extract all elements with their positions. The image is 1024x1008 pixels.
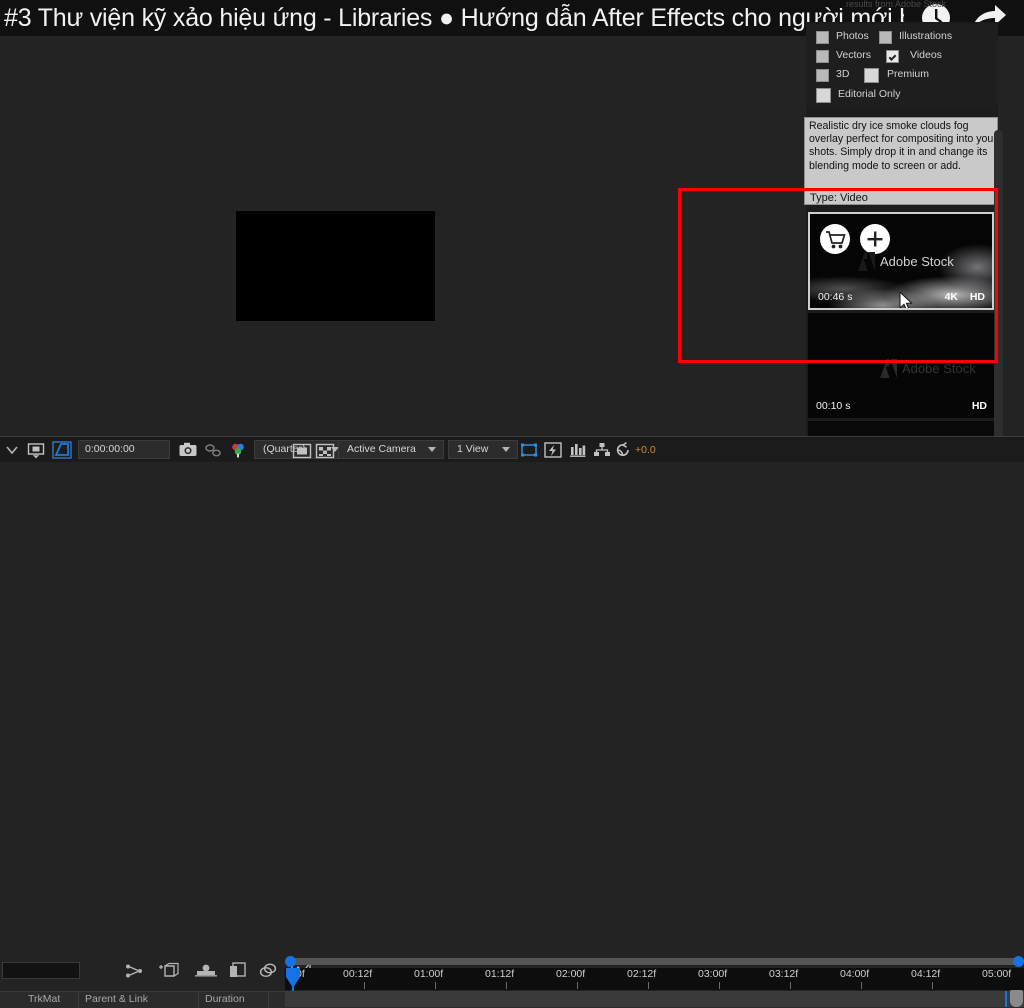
stock-results-header: results from Adobe Stock — [846, 0, 947, 9]
page-title: #3 Thư viện kỹ xảo hiệu ứng - Libraries … — [4, 4, 904, 32]
ruler-label-4: 02:00f — [556, 968, 586, 980]
column-header-duration[interactable]: Duration — [205, 993, 245, 1005]
timeline-graph-icon[interactable] — [568, 441, 588, 459]
three-d-checkbox[interactable] — [816, 69, 829, 82]
timeline-horizontal-scrollbar[interactable] — [285, 956, 1024, 967]
vectors-checkbox[interactable] — [816, 50, 829, 63]
thumbnail-duration-2: 00:10 s — [816, 400, 851, 412]
ruler-label-9: 04:12f — [911, 968, 941, 980]
red-highlight-rectangle — [678, 188, 998, 363]
watermark-text-2: Adobe Stock — [902, 361, 976, 376]
stock-filter-checkboxes[interactable]: Photos Illustrations Vectors Videos 3D P… — [806, 24, 998, 106]
comp-flowchart-icon[interactable] — [592, 441, 612, 459]
timeline-search-input[interactable] — [2, 962, 80, 979]
region-of-interest-icon[interactable] — [26, 441, 46, 459]
videos-label: Videos — [910, 49, 942, 61]
photos-checkbox[interactable] — [816, 31, 829, 44]
scrollbar-left-knob[interactable] — [285, 956, 296, 967]
ruler-label-2: 01:00f — [414, 968, 444, 980]
frame-blending-icon[interactable] — [158, 962, 180, 980]
color-channels-icon[interactable] — [228, 441, 248, 459]
shy-layers-icon[interactable] — [124, 962, 146, 980]
three-d-label: 3D — [836, 68, 850, 80]
exposure-value[interactable]: +0.0 — [635, 444, 656, 456]
camera-icon[interactable] — [178, 441, 198, 459]
timeline-ruler[interactable]: 0f 00:12f 01:00f 01:12f 02:00f 02:12f 03… — [285, 968, 1024, 990]
alpha-checker-icon[interactable] — [315, 442, 335, 460]
photos-label: Photos — [836, 30, 869, 42]
editorial-only-checkbox[interactable] — [816, 88, 831, 103]
editorial-only-label: Editorial Only — [838, 88, 901, 100]
thumbnail-hd-badge-2: HD — [971, 400, 987, 412]
view-layout-chevron-icon[interactable] — [502, 447, 510, 452]
show-snapshot-icon[interactable] — [203, 441, 223, 459]
motion-blur-icon[interactable] — [195, 962, 217, 980]
illustrations-label: Illustrations — [899, 30, 953, 42]
ruler-label-8: 04:00f — [840, 968, 870, 980]
graph-editor-icon[interactable] — [258, 961, 278, 980]
viewer-toolbar[interactable]: 0:00:00:00 (Quarter) Active Camera 1 Vie… — [0, 436, 1024, 463]
ruler-label-3: 01:12f — [485, 968, 515, 980]
timecode-field[interactable]: 0:00:00:00 — [78, 440, 170, 459]
timeline-panel[interactable]: 0f 00:12f 01:00f 01:12f 02:00f 02:12f 03… — [0, 462, 1024, 1008]
region-icon[interactable] — [292, 442, 312, 460]
composition-preview[interactable] — [236, 211, 435, 321]
transparency-grid-icon[interactable] — [52, 441, 72, 459]
timeline-end-marker — [1005, 991, 1007, 1007]
videos-checkbox[interactable] — [886, 50, 899, 63]
reset-exposure-icon[interactable] — [614, 441, 632, 459]
ruler-label-6: 03:00f — [698, 968, 728, 980]
scrollbar-right-knob[interactable] — [1013, 956, 1024, 967]
premium-checkbox[interactable] — [864, 68, 879, 83]
camera-view-chevron-icon[interactable] — [428, 447, 436, 452]
timeline-resize-grabber[interactable] — [1010, 990, 1023, 1007]
timeline-track-area[interactable] — [285, 991, 1024, 1007]
vectors-label: Vectors — [836, 49, 872, 61]
tooltip-description: Realistic dry ice smoke clouds fog overl… — [809, 120, 997, 172]
column-header-parent-link[interactable]: Parent & Link — [85, 993, 148, 1005]
adjustment-layer-icon[interactable] — [228, 961, 248, 980]
ruler-label-10: 05:00f — [982, 968, 1012, 980]
illustrations-checkbox[interactable] — [879, 31, 892, 44]
scrollbar-track[interactable] — [285, 958, 1024, 965]
premium-label: Premium — [887, 68, 930, 80]
column-header-trkmat[interactable]: TrkMat — [28, 993, 60, 1005]
ruler-label-1: 00:12f — [343, 968, 373, 980]
chevron-down-icon[interactable] — [4, 441, 20, 459]
pixel-aspect-icon[interactable] — [520, 441, 538, 459]
fast-previews-icon[interactable] — [543, 441, 563, 459]
ruler-label-5: 02:12f — [627, 968, 657, 980]
ruler-label-7: 03:12f — [769, 968, 799, 980]
